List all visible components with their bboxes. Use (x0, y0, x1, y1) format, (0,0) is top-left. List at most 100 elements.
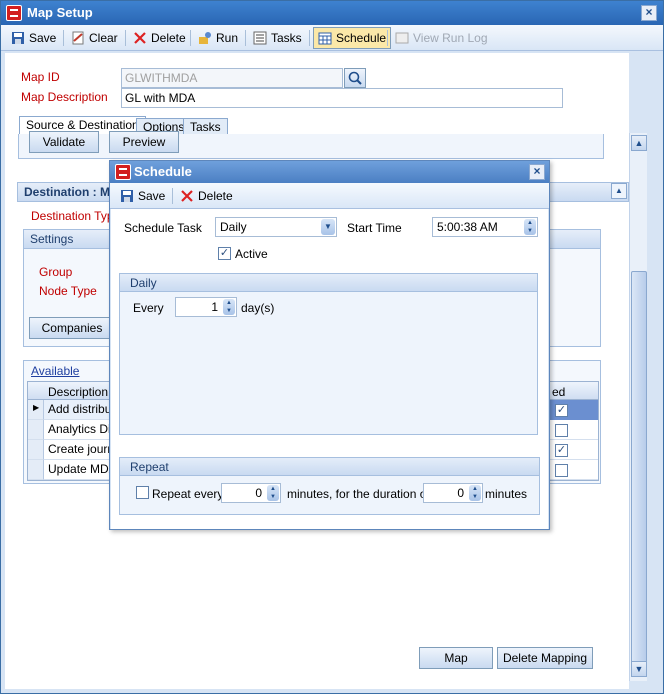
delete-label: Delete (151, 31, 186, 45)
toolbar-separator (309, 30, 310, 46)
spin-icon[interactable]: ▲ ▼ (267, 485, 279, 501)
delete-x-icon (133, 31, 147, 45)
dialog-titlebar[interactable]: Schedule × (110, 161, 549, 183)
app-icon (115, 164, 131, 180)
repeat-group: Repeat Repeat every 0 ▲ ▼ minutes, for th… (119, 457, 540, 515)
vertical-scrollbar[interactable]: ▲ ▼ (629, 133, 647, 681)
available-link[interactable]: Available (31, 364, 79, 378)
scroll-up-icon[interactable]: ▲ (631, 135, 647, 151)
spin-icon[interactable]: ▲ ▼ (469, 485, 481, 501)
map-button[interactable]: Map (419, 647, 493, 669)
scroll-thumb[interactable] (631, 271, 647, 667)
clear-button[interactable]: Clear (67, 27, 122, 49)
toolbar-separator (172, 188, 173, 204)
enabled-checkbox[interactable]: ✓ (555, 444, 568, 457)
enabled-checkbox[interactable] (555, 464, 568, 477)
active-checkbox[interactable]: ✓ (218, 247, 231, 260)
repeat-checkbox[interactable] (136, 486, 149, 499)
enabled-checkbox[interactable]: ✓ (555, 404, 568, 417)
schedule-task-select[interactable]: Daily ▼ (215, 217, 337, 237)
toolbar-separator (125, 30, 126, 46)
spin-icon[interactable]: ▲ ▼ (223, 299, 235, 315)
scroll-down-icon[interactable]: ▼ (631, 661, 647, 677)
delete-mapping-button[interactable]: Delete Mapping (497, 647, 593, 669)
dialog-title: Schedule (134, 164, 192, 179)
schedule-task-label: Schedule Task (124, 221, 202, 235)
app-icon (6, 5, 22, 21)
start-time-value: 5:00:38 AM (437, 220, 498, 234)
dialog-delete-button[interactable]: Delete (176, 185, 237, 207)
toolbar-separator (387, 30, 388, 46)
dialog-save-button[interactable]: Save (116, 185, 169, 207)
chevron-down-icon[interactable]: ▼ (321, 219, 335, 235)
save-label: Save (29, 31, 57, 45)
dialog-delete-label: Delete (198, 189, 233, 203)
spin-icon[interactable]: ▲ ▼ (524, 219, 536, 235)
daily-group: Daily Every 1 ▲ ▼ day(s) (119, 273, 538, 435)
view-run-log-label: View Run Log (413, 31, 488, 45)
row-selector[interactable] (28, 420, 44, 440)
row-selector[interactable] (28, 460, 44, 480)
column-enabled[interactable]: ed (552, 385, 565, 399)
row-selector[interactable]: ▶ (28, 400, 44, 420)
enabled-checkbox[interactable] (555, 424, 568, 437)
schedule-button[interactable]: Schedule (313, 27, 392, 49)
dialog-close-icon[interactable]: × (529, 164, 545, 180)
group-label: Group (39, 265, 73, 279)
clear-label: Clear (89, 31, 118, 45)
floppy-icon (120, 189, 134, 203)
dialog-toolbar: Save Delete (110, 183, 549, 209)
source-panel (18, 134, 604, 159)
lookup-button[interactable] (344, 68, 366, 88)
dialog-save-label: Save (138, 189, 166, 203)
repeat-header: Repeat (120, 458, 539, 476)
start-time-input[interactable]: 5:00:38 AM ▲ ▼ (432, 217, 538, 237)
close-icon[interactable]: × (641, 5, 657, 21)
duration-input[interactable]: 0 ▲ ▼ (423, 483, 483, 503)
repeat-minutes-input[interactable]: 0 ▲ ▼ (221, 483, 281, 503)
repeat-minutes-value: 0 (255, 486, 262, 500)
run-button[interactable]: Run (194, 27, 242, 49)
calendar-icon (318, 31, 332, 45)
map-description-field[interactable]: GL with MDA (121, 88, 563, 108)
daily-header: Daily (120, 274, 537, 292)
duration-value: 0 (457, 486, 464, 500)
destination-type-label: Destination Type (31, 209, 121, 223)
preview-button[interactable]: Preview (109, 131, 179, 153)
schedule-task-value: Daily (220, 220, 247, 234)
row-description: Add distributi (48, 402, 118, 416)
schedule-dialog: Schedule × Save Delete Schedule Task Dai… (109, 160, 550, 530)
start-time-label: Start Time (347, 221, 402, 235)
window-title: Map Setup (27, 5, 93, 20)
every-value: 1 (211, 300, 218, 314)
toolbar-separator (245, 30, 246, 46)
collapse-icon[interactable]: ▲ (611, 183, 627, 199)
main-toolbar: Save Clear Delete Run Tasks Schedule Vie… (1, 25, 663, 51)
repeat-every-label: Repeat every (152, 487, 224, 501)
view-run-log-button[interactable]: View Run Log (391, 27, 492, 49)
map-id-label: Map ID (21, 70, 60, 84)
clear-icon (71, 31, 85, 45)
delete-button[interactable]: Delete (129, 27, 190, 49)
window-titlebar[interactable]: Map Setup × (1, 1, 663, 25)
map-description-label: Map Description (21, 90, 108, 104)
row-selector[interactable] (28, 440, 44, 460)
run-label: Run (216, 31, 239, 45)
dialog-body: Schedule Task Daily ▼ Start Time 5:00:38… (111, 209, 548, 529)
active-label: Active (235, 247, 268, 261)
run-icon (198, 31, 212, 45)
companies-button[interactable]: Companies (29, 317, 115, 339)
row-description: Update MDA (48, 462, 117, 476)
tasks-button[interactable]: Tasks (249, 27, 306, 49)
validate-button[interactable]: Validate (29, 131, 99, 153)
save-button[interactable]: Save (7, 27, 60, 49)
repeat-minutes-text: minutes, for the duration of (287, 487, 430, 501)
schedule-label: Schedule (336, 31, 387, 45)
tasks-label: Tasks (271, 31, 302, 45)
every-input[interactable]: 1 ▲ ▼ (175, 297, 237, 317)
tasks-list-icon (253, 31, 267, 45)
map-id-field[interactable]: GLWITHMDA (121, 68, 343, 88)
every-unit: day(s) (241, 301, 275, 315)
column-description[interactable]: Description (48, 385, 108, 399)
log-icon (395, 31, 409, 45)
